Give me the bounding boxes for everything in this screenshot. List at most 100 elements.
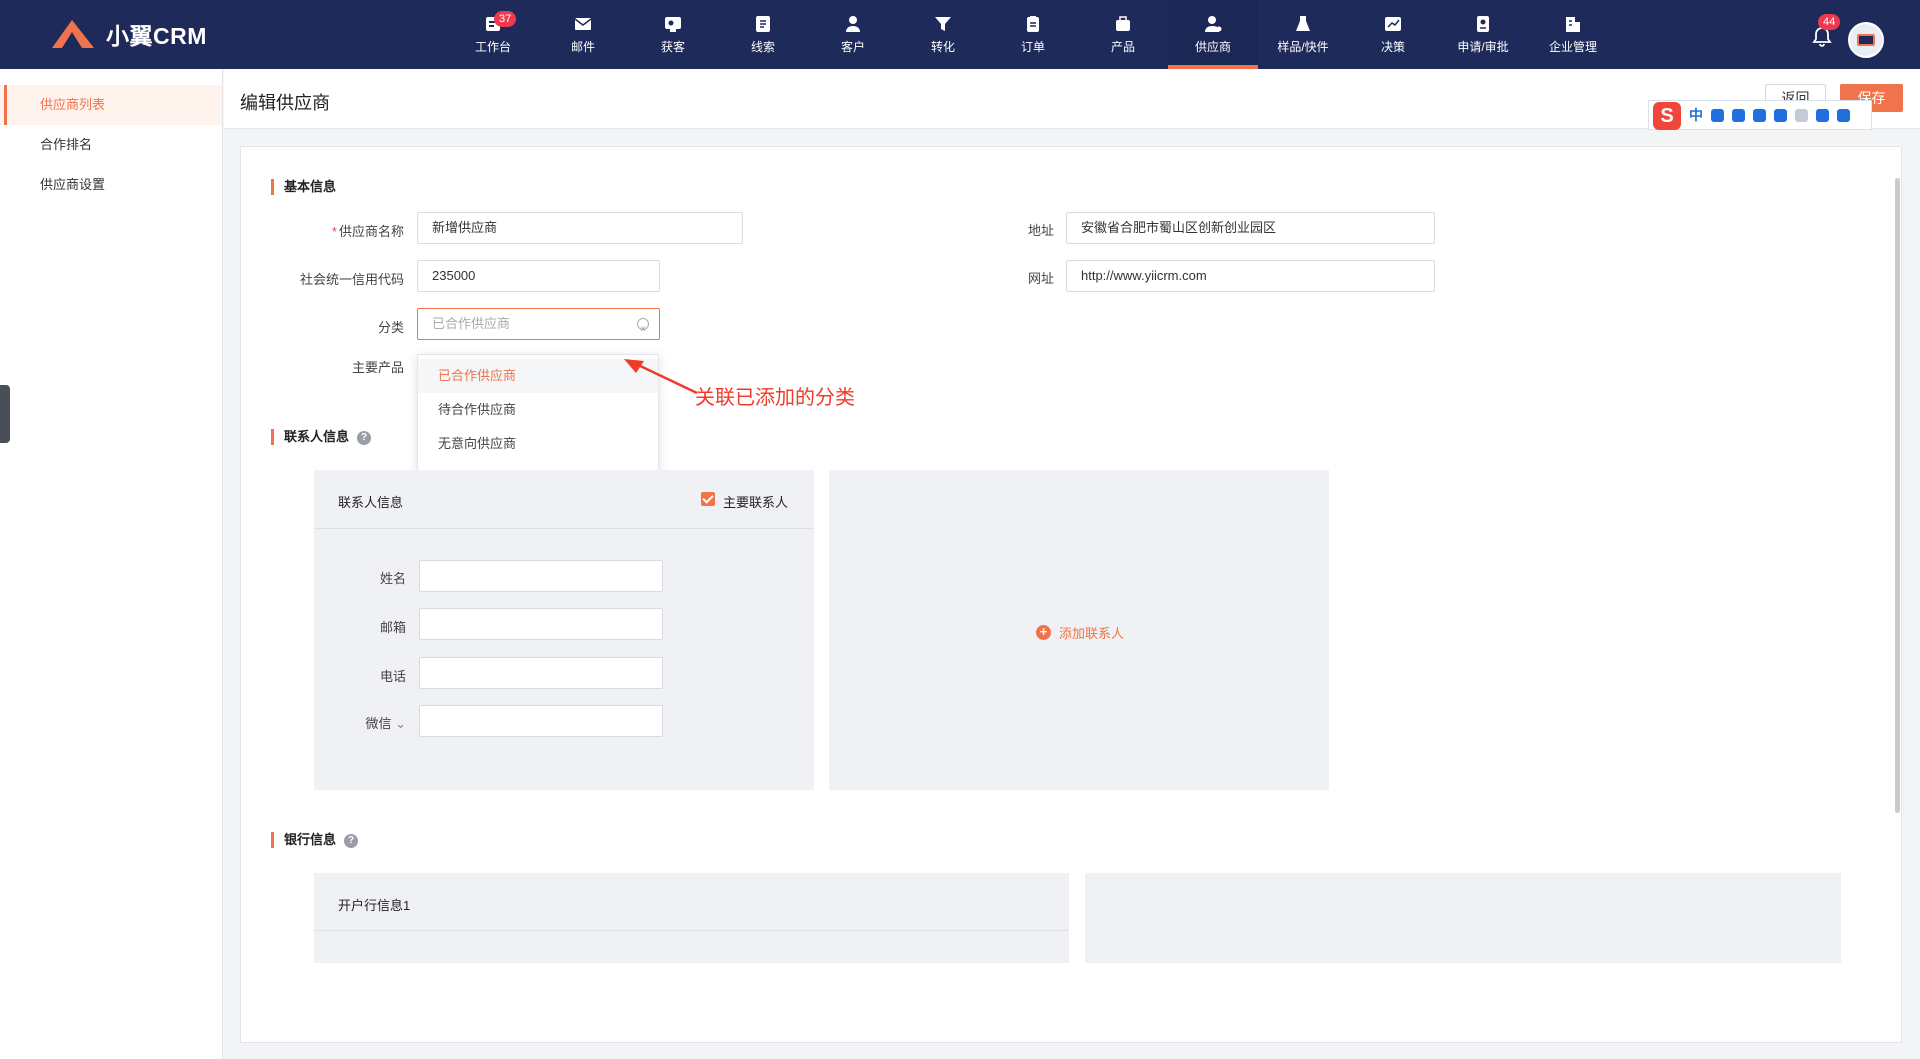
bank-card: 开户行信息1	[314, 873, 1069, 963]
nav-label: 邮件	[570, 39, 595, 54]
avatar-image	[1850, 24, 1882, 56]
nav-item-acquire[interactable]: 获客	[628, 0, 718, 69]
notification-badge: 44	[1818, 14, 1841, 30]
nav-label: 决策	[1380, 39, 1405, 54]
contact-card-header: 联系人信息 主要联系人	[314, 470, 814, 529]
website-label: 网址	[1027, 271, 1054, 286]
nav-label: 获客	[660, 39, 685, 54]
contact-wechat-select[interactable]: 微信 ⌄	[314, 713, 406, 732]
nav-item-workbench[interactable]: 工作台 37	[448, 0, 538, 69]
help-icon[interactable]: ?	[357, 430, 372, 445]
top-navigation-bar: 小翼CRM 工作台 37 邮件 获客 线索 客户 转化 订单 产品 供应商 样品…	[0, 0, 1920, 69]
logo-text: 小翼CRM	[106, 23, 207, 49]
nav-item-company[interactable]: 企业管理	[1528, 0, 1618, 69]
vertical-scrollbar[interactable]	[1895, 178, 1900, 813]
add-contact-label: 添加联系人	[1059, 626, 1125, 641]
website-field[interactable]: http://www.yiicrm.com	[1066, 260, 1435, 292]
ime-mode[interactable]: 中	[1689, 105, 1703, 125]
annotation-arrow-icon	[624, 359, 698, 395]
bank-card-header: 开户行信息1	[314, 873, 1069, 931]
main-products-label: 主要产品	[351, 360, 404, 375]
dropdown-option[interactable]: 待合作供应商	[418, 393, 658, 427]
user-icon[interactable]	[1795, 108, 1808, 122]
sogou-logo-icon: S	[1653, 102, 1681, 130]
address-field[interactable]: 安徽省合肥市蜀山区创新创业园区	[1066, 212, 1435, 244]
contact-wechat-label: 微信	[365, 716, 392, 731]
lead-icon	[756, 15, 770, 32]
funnel-icon	[935, 16, 951, 31]
nav-item-supplier[interactable]: 供应商	[1168, 0, 1258, 69]
emoji-icon[interactable]	[1732, 108, 1745, 122]
product-icon	[1116, 15, 1130, 31]
dropdown-option[interactable]: 无意向供应商	[418, 427, 658, 461]
contact-wechat-field[interactable]	[419, 705, 663, 737]
toolbox-icon[interactable]	[1837, 108, 1850, 122]
nav-item-order[interactable]: 订单	[988, 0, 1078, 69]
sidebar: 供应商列表 合作排名 供应商设置	[0, 69, 223, 1059]
contact-name-label: 姓名	[379, 571, 406, 586]
nav-label: 客户	[840, 39, 865, 54]
category-placeholder: 已合作供应商	[432, 316, 511, 331]
nav-label: 申请/审批	[1457, 39, 1509, 54]
mail-icon	[574, 17, 592, 30]
plus-circle-icon: +	[1036, 625, 1051, 640]
customer-icon	[846, 15, 860, 32]
contact-card-title: 联系人信息	[338, 495, 404, 510]
punctuation-icon[interactable]	[1711, 108, 1724, 122]
chart-icon	[1385, 16, 1401, 31]
bank-info-title: 银行信息?	[271, 832, 359, 848]
category-select[interactable]: 已合作供应商	[417, 308, 660, 345]
acquire-icon	[665, 16, 681, 32]
contact-name-field[interactable]	[419, 560, 663, 592]
app-logo[interactable]: 小翼CRM	[48, 16, 207, 52]
order-icon	[1027, 15, 1039, 32]
nav-item-approval[interactable]: 申请/审批	[1438, 0, 1528, 69]
nav-label: 产品	[1110, 39, 1135, 54]
sample-icon	[1296, 15, 1310, 31]
category-label: 分类	[377, 320, 404, 335]
credit-code-label: 社会统一信用代码	[299, 272, 404, 287]
nav-item-customer[interactable]: 客户	[808, 0, 898, 69]
sidebar-item-label: 合作排名	[40, 137, 93, 152]
required-mark: *	[331, 224, 337, 239]
nav-label: 订单	[1020, 39, 1045, 54]
main-nav: 工作台 37 邮件 获客 线索 客户 转化 订单 产品 供应商 样品/快件 决策…	[448, 0, 1618, 69]
side-drawer-handle[interactable]	[0, 385, 10, 443]
nav-item-sample[interactable]: 样品/快件	[1258, 0, 1348, 69]
primary-contact-checkbox[interactable]	[701, 492, 715, 506]
nav-badge: 37	[494, 11, 517, 27]
keyboard-icon[interactable]	[1774, 108, 1787, 122]
nav-label: 供应商	[1194, 39, 1231, 54]
help-icon[interactable]: ?	[344, 833, 359, 848]
primary-contact-label: 主要联系人	[723, 495, 789, 510]
contact-email-field[interactable]	[419, 608, 663, 640]
sidebar-item-cooperation-ranking[interactable]: 合作排名	[0, 125, 222, 165]
clear-icon[interactable]	[637, 315, 649, 345]
logo-mark-icon	[52, 20, 94, 48]
nav-label: 样品/快件	[1277, 39, 1329, 54]
ime-toolbar[interactable]: S 中	[1648, 100, 1872, 130]
avatar[interactable]	[1848, 22, 1884, 58]
add-bank-card[interactable]	[1085, 873, 1841, 963]
nav-item-decision[interactable]: 决策	[1348, 0, 1438, 69]
annotation-text: 关联已添加的分类	[695, 387, 855, 409]
contact-phone-label: 电话	[379, 669, 406, 684]
sidebar-item-supplier-list[interactable]: 供应商列表	[0, 85, 222, 125]
credit-code-field[interactable]: 235000	[417, 260, 660, 292]
nav-item-mail[interactable]: 邮件	[538, 0, 628, 69]
nav-item-product[interactable]: 产品	[1078, 0, 1168, 69]
nav-label: 企业管理	[1548, 39, 1597, 54]
skin-icon[interactable]	[1816, 108, 1829, 122]
sidebar-item-label: 供应商设置	[40, 177, 106, 192]
nav-item-lead[interactable]: 线索	[718, 0, 808, 69]
supplier-name-field[interactable]: 新增供应商	[417, 212, 743, 244]
nav-item-convert[interactable]: 转化	[898, 0, 988, 69]
address-label: 地址	[1027, 223, 1054, 238]
contact-phone-field[interactable]	[419, 657, 663, 689]
sidebar-item-supplier-settings[interactable]: 供应商设置	[0, 165, 222, 205]
nav-label: 线索	[750, 39, 775, 54]
add-contact-button[interactable]: + 添加联系人	[1036, 623, 1124, 642]
approval-icon	[1477, 15, 1489, 32]
supplier-name-label: * 供应商名称	[331, 224, 404, 239]
microphone-icon[interactable]	[1753, 108, 1766, 122]
